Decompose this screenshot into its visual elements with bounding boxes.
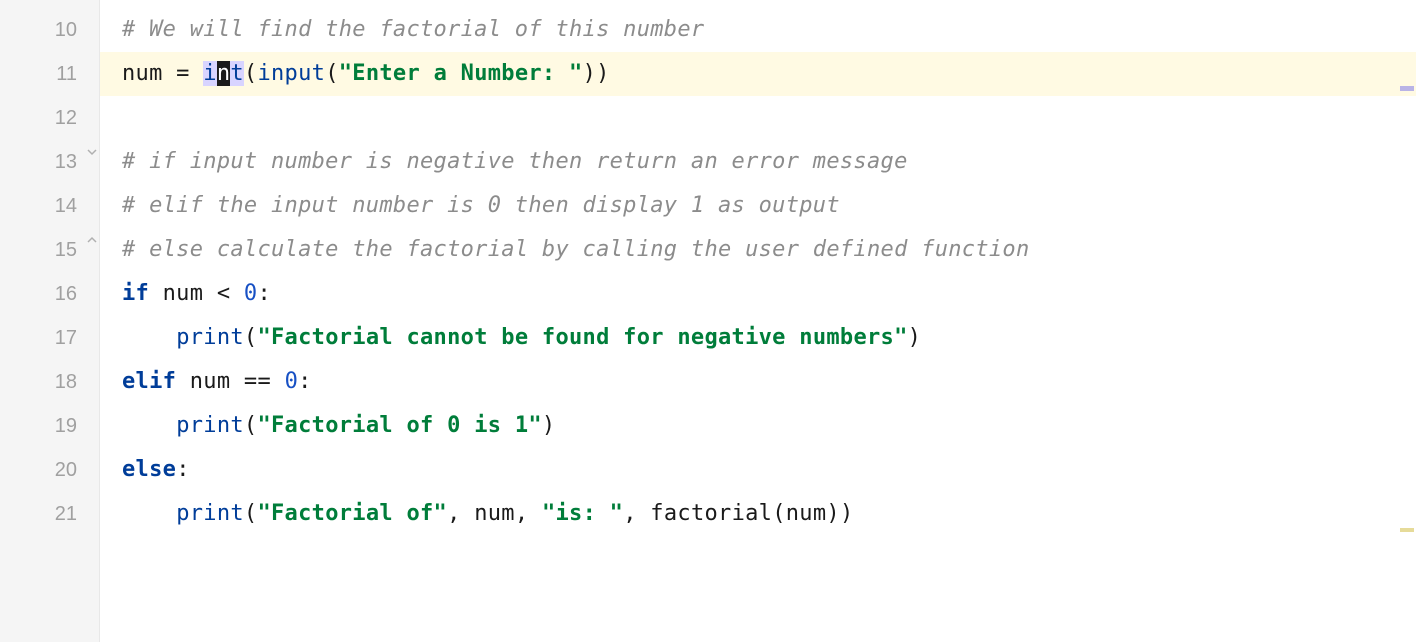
string-literal: "is: " (542, 501, 623, 526)
line-number: 12 (0, 96, 99, 140)
comment-text: # if input number is negative then retur… (122, 149, 908, 174)
code-text: input (257, 61, 325, 86)
code-line-active[interactable]: num = int(input("Enter a Number: ")) (100, 52, 1416, 96)
code-line[interactable]: # if input number is negative then retur… (122, 140, 1416, 184)
code-line[interactable]: # else calculate the factorial by callin… (122, 228, 1416, 272)
minimap-warning-marker[interactable] (1400, 528, 1414, 532)
code-line[interactable]: # elif the input number is 0 then displa… (122, 184, 1416, 228)
code-text: ) (908, 325, 922, 350)
keyword-text: else (122, 457, 176, 482)
code-text (122, 413, 176, 438)
code-text: print (176, 325, 244, 350)
line-number: 21 (0, 492, 99, 536)
string-literal: "Factorial of 0 is 1" (257, 413, 541, 438)
line-number: 16 (0, 272, 99, 316)
cursor-position: n (217, 61, 231, 86)
code-text: num == (190, 369, 285, 394)
code-text: num < (163, 281, 244, 306)
number-literal: 0 (244, 281, 258, 306)
line-number: 20 (0, 448, 99, 492)
code-text: t (230, 61, 244, 86)
code-text: print (176, 501, 244, 526)
line-number: 15 (0, 228, 99, 272)
code-text: : (298, 369, 312, 394)
line-number: 13 (0, 140, 99, 184)
code-text: , num, (447, 501, 542, 526)
code-text: ( (244, 325, 258, 350)
keyword-text: elif (122, 369, 190, 394)
line-number: 10 (0, 8, 99, 52)
line-number: 18 (0, 360, 99, 404)
code-line[interactable]: # We will find the factorial of this num… (122, 8, 1416, 52)
line-number-gutter: 10 11 12 13 14 15 16 17 18 19 20 21 (0, 0, 100, 642)
string-literal: "Factorial of" (257, 501, 447, 526)
line-number: 19 (0, 404, 99, 448)
code-text: print (176, 413, 244, 438)
code-text (122, 325, 176, 350)
code-line[interactable]: print("Factorial cannot be found for neg… (122, 316, 1416, 360)
code-text: , factorial(num)) (623, 501, 853, 526)
line-number: 11 (0, 52, 99, 96)
code-line[interactable]: if num < 0: (122, 272, 1416, 316)
code-text: num = (122, 61, 203, 86)
code-text: i (203, 61, 217, 86)
code-line[interactable] (122, 96, 1416, 140)
line-number: 17 (0, 316, 99, 360)
code-text: ) (542, 413, 556, 438)
code-line[interactable]: else: (122, 448, 1416, 492)
code-line[interactable]: elif num == 0: (122, 360, 1416, 404)
keyword-text: if (122, 281, 163, 306)
code-text: ( (244, 61, 258, 86)
minimap-marker[interactable] (1400, 86, 1414, 91)
code-line[interactable]: print("Factorial of", num, "is: ", facto… (122, 492, 1416, 536)
comment-text: # else calculate the factorial by callin… (122, 237, 1030, 262)
code-text (122, 501, 176, 526)
code-text: ( (244, 501, 258, 526)
code-text: )) (583, 61, 610, 86)
comment-text: # elif the input number is 0 then displa… (122, 193, 840, 218)
code-text: ( (244, 413, 258, 438)
string-literal: "Factorial cannot be found for negative … (257, 325, 907, 350)
code-text: : (176, 457, 190, 482)
code-text: ( (325, 61, 339, 86)
fold-collapse-icon[interactable] (86, 234, 100, 248)
code-line[interactable]: print("Factorial of 0 is 1") (122, 404, 1416, 448)
line-number: 14 (0, 184, 99, 228)
number-literal: 0 (285, 369, 299, 394)
string-literal: "Enter a Number: " (339, 61, 583, 86)
fold-collapse-icon[interactable] (86, 146, 100, 160)
code-text: : (257, 281, 271, 306)
comment-text: # We will find the factorial of this num… (122, 17, 704, 42)
code-editor[interactable]: # We will find the factorial of this num… (100, 0, 1416, 642)
